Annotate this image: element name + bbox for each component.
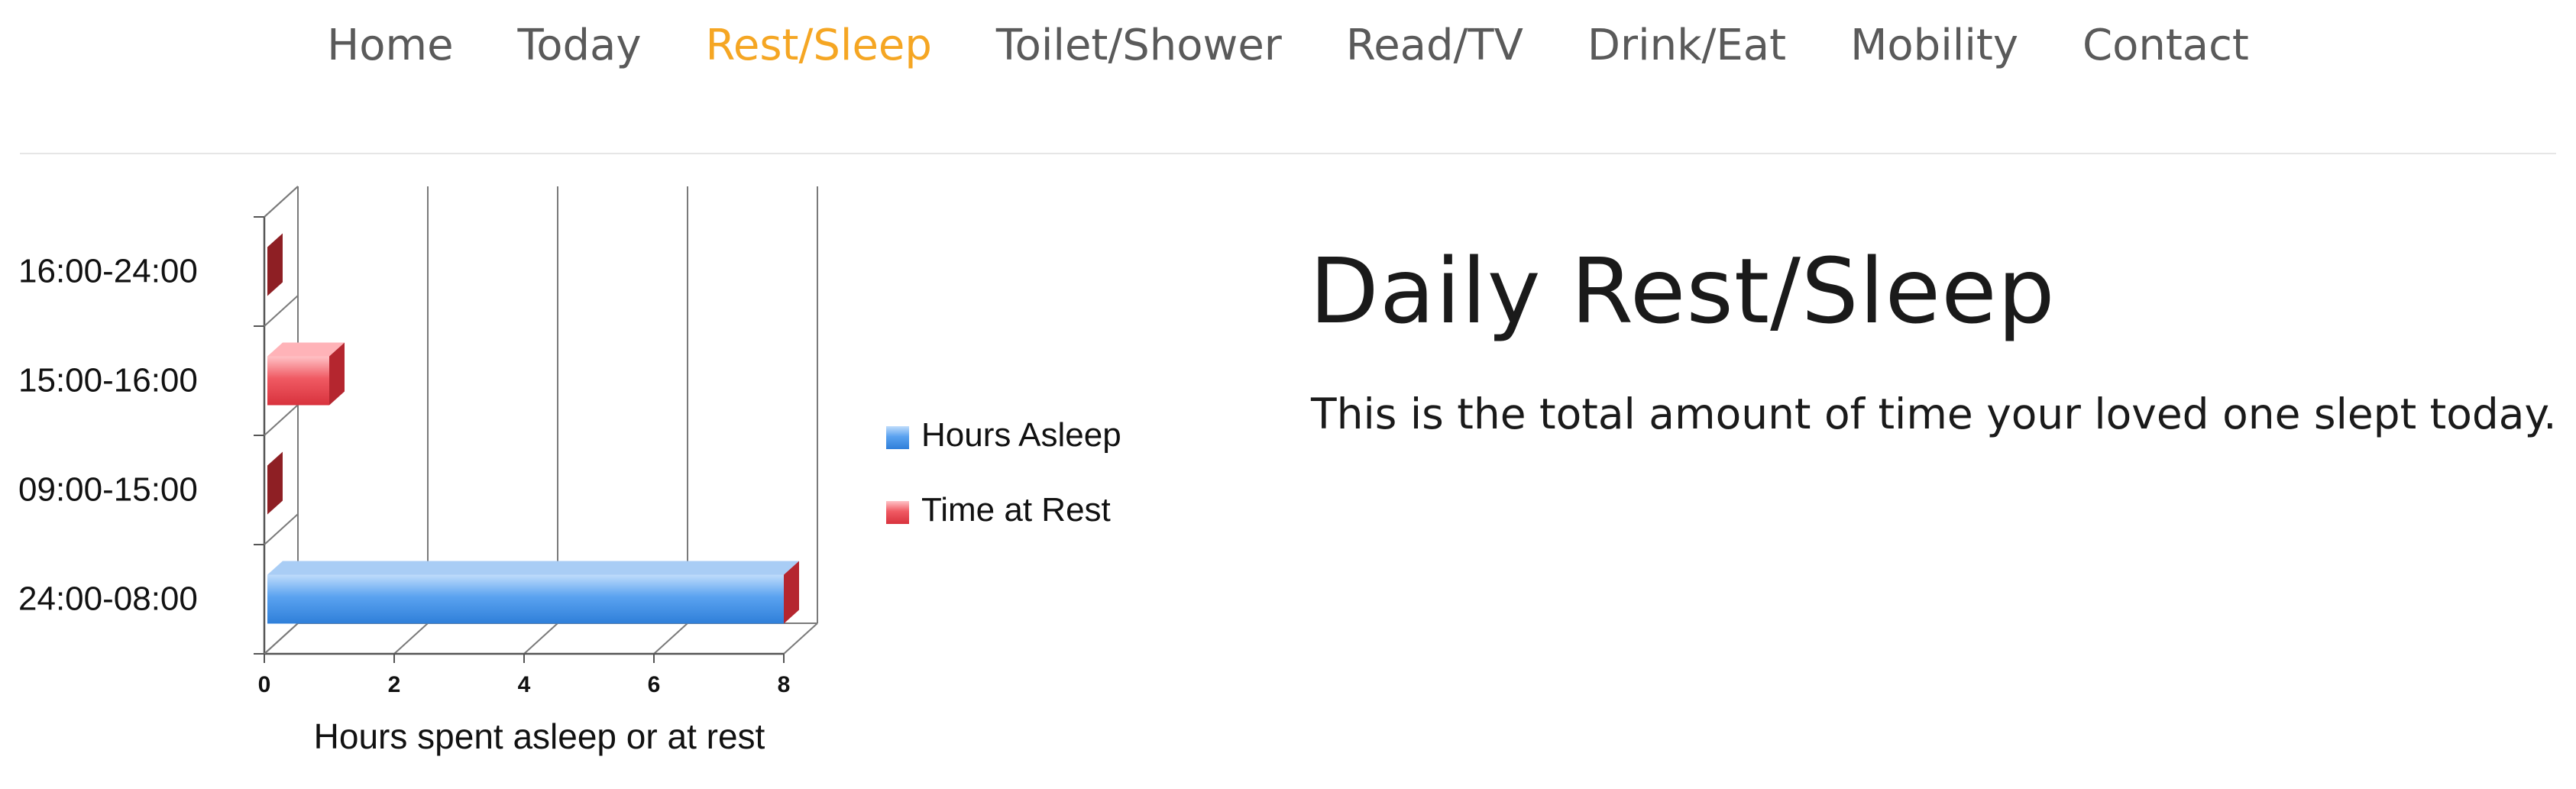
- nav-link-toilet-shower[interactable]: Toilet/Shower: [964, 24, 1314, 67]
- page-description: This is the total amount of time your lo…: [1311, 390, 2557, 438]
- x-tick-label-2: 4: [518, 672, 531, 697]
- side-wall-diagonal-2: [264, 404, 299, 436]
- nav-link-contact[interactable]: Contact: [2050, 24, 2281, 67]
- x-axis-title: Hours spent asleep or at rest: [314, 716, 765, 756]
- sleep-chart-svg: 24:00-08:00 09:00-15:00 15:00-16:00 16:00-2…: [18, 186, 1121, 756]
- category-label-0: 24:00-08:00: [18, 580, 198, 618]
- side-wall-diagonal-0: [264, 622, 299, 655]
- legend-label-1: Time at Rest: [921, 491, 1111, 529]
- nav-link-read-tv[interactable]: Read/TV: [1314, 24, 1555, 67]
- nav-link-drink-eat[interactable]: Drink/Eat: [1555, 24, 1818, 67]
- nav-link-today[interactable]: Today: [486, 24, 674, 67]
- bar-2-1: [267, 356, 329, 406]
- x-tick-label-0: 0: [258, 672, 271, 697]
- floor-diagonal-4: [783, 622, 818, 655]
- bar-top-0-0: [267, 561, 799, 575]
- bar-0-0: [267, 574, 784, 624]
- category-label-1: 09:00-15:00: [18, 471, 198, 509]
- side-wall-diagonal-3: [264, 295, 299, 327]
- category-label-3: 16:00-24:00: [18, 253, 198, 290]
- legend-swatch-0: [886, 426, 909, 449]
- nav-link-rest-sleep[interactable]: Rest/Sleep: [673, 24, 963, 67]
- side-wall-diagonal-1: [264, 513, 299, 545]
- sleep-chart: 24:00-08:00 09:00-15:00 15:00-16:00 16:00-2…: [0, 160, 1253, 785]
- main-nav: Home Today Rest/Sleep Toilet/Shower Read/TV D…: [0, 0, 2576, 92]
- header-divider: [20, 153, 2556, 154]
- legend-swatch-1: [886, 501, 909, 524]
- bar-zero-1: [267, 451, 283, 515]
- x-tick-label-1: 2: [388, 672, 401, 697]
- floor-diagonal-2: [523, 622, 558, 655]
- floor-diagonal-1: [393, 622, 429, 655]
- side-wall-diagonal-4: [264, 186, 299, 218]
- x-tick-label-4: 8: [778, 672, 791, 697]
- x-tick-label-3: 6: [648, 672, 661, 697]
- category-label-2: 15:00-16:00: [18, 362, 198, 399]
- floor-diagonal-3: [653, 622, 688, 655]
- page-title: Daily Rest/Sleep: [1309, 238, 2056, 344]
- nav-link-mobility[interactable]: Mobility: [1818, 24, 2050, 67]
- nav-link-home[interactable]: Home: [295, 24, 485, 67]
- bar-zero-3: [267, 233, 283, 296]
- legend-label-0: Hours Asleep: [921, 416, 1121, 454]
